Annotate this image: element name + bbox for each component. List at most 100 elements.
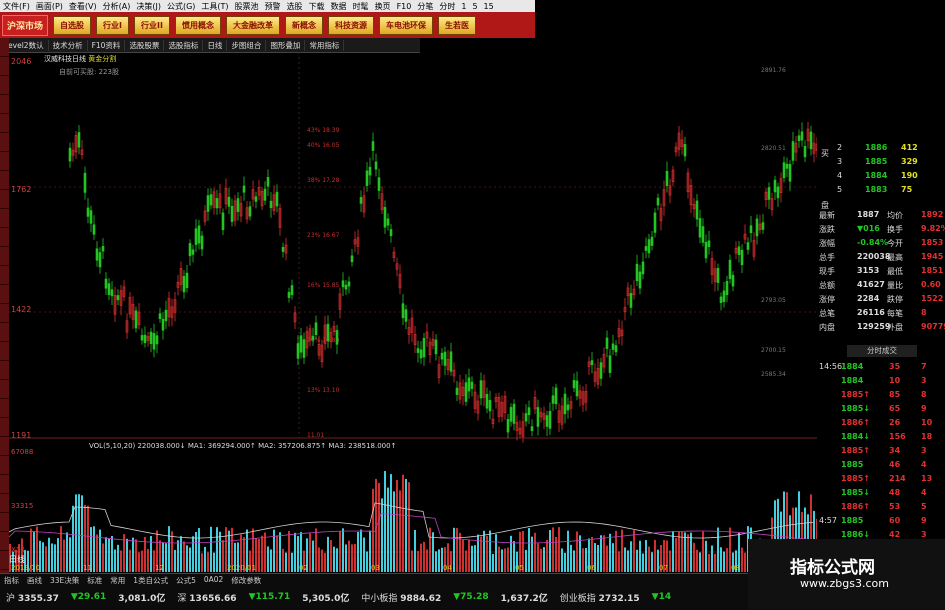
menu-item[interactable]: 1 xyxy=(458,2,469,11)
bottom-tab[interactable]: 33E决策 xyxy=(46,575,83,587)
sidebar-tab[interactable] xyxy=(0,228,9,247)
candle-body xyxy=(143,334,147,344)
toolbar-button[interactable]: 自选股 xyxy=(53,15,92,35)
sidebar-tab[interactable] xyxy=(0,95,9,114)
toolbar-button[interactable]: 行业II xyxy=(134,15,170,35)
sidebar-tab[interactable] xyxy=(0,285,9,304)
menu-item[interactable]: 画面(P) xyxy=(33,1,66,12)
menu-item[interactable]: 时髦 xyxy=(350,1,372,12)
kline-svg: 2046 1762 1422 1191 43% 18.39 40% 16.05 38% 17… xyxy=(8,52,819,572)
toolbar-button[interactable]: 大金融改革 xyxy=(225,15,280,35)
bottom-tab[interactable]: 常用 xyxy=(106,575,129,587)
candle-body xyxy=(629,293,633,308)
sidebar-tab[interactable] xyxy=(0,209,9,228)
sidebar-tab[interactable] xyxy=(0,76,9,95)
candle-body xyxy=(509,407,513,422)
sidebar-tab[interactable] xyxy=(0,133,9,152)
subbar-item[interactable]: 常用指标 xyxy=(305,39,345,51)
toolbar-button[interactable]: 新概念 xyxy=(284,15,323,35)
menu-item[interactable]: 股票池 xyxy=(232,1,262,12)
bottom-tab[interactable]: 1类自公式 xyxy=(129,575,172,587)
sidebar-tab[interactable] xyxy=(0,513,9,532)
toolbar-button[interactable]: 生若医 xyxy=(437,15,476,35)
candle-body xyxy=(281,247,285,252)
subbar-item[interactable]: F10资料 xyxy=(88,39,126,51)
candle-body xyxy=(653,212,657,233)
sidebar-tab[interactable] xyxy=(0,437,9,456)
sidebar-tab[interactable] xyxy=(0,380,9,399)
sidebar-tab[interactable] xyxy=(0,247,9,266)
menu-item[interactable]: 文件(F) xyxy=(0,1,33,12)
menu-item[interactable]: 换页 xyxy=(372,1,394,12)
toolbar-button[interactable]: 科技资源 xyxy=(327,15,374,35)
subbar-item[interactable]: 选股股票 xyxy=(125,39,165,51)
sidebar-tab[interactable] xyxy=(0,323,9,342)
menu-item[interactable]: 查看(V) xyxy=(66,1,100,12)
candle-body xyxy=(242,185,246,193)
subbar-item[interactable]: 日线 xyxy=(203,39,228,51)
candle-body xyxy=(704,241,708,259)
menu-item[interactable]: 决策(J) xyxy=(133,1,164,12)
subbar-item[interactable]: 步图组合 xyxy=(227,39,267,51)
volume-bar xyxy=(66,532,68,572)
menu-item[interactable]: F10 xyxy=(394,2,415,11)
market-button[interactable]: 沪深市场 xyxy=(2,14,49,36)
subbar-item[interactable]: 选股指标 xyxy=(164,39,204,51)
menu-item[interactable]: 公式(G) xyxy=(164,1,198,12)
sidebar-tab[interactable] xyxy=(0,304,9,323)
sidebar-tab[interactable] xyxy=(0,551,9,570)
menu-item[interactable]: 分时 xyxy=(436,1,458,12)
menu-item[interactable]: 下载 xyxy=(306,1,328,12)
sidebar-tab[interactable] xyxy=(0,494,9,513)
bottom-tab[interactable]: 指标 xyxy=(0,575,23,587)
menu-item[interactable]: 选股 xyxy=(284,1,306,12)
volume-bar xyxy=(324,553,326,572)
toolbar-button[interactable]: 车电池环保 xyxy=(378,15,433,35)
subbar-item[interactable]: 图形叠加 xyxy=(266,39,306,51)
bottom-tab[interactable]: 公式5 xyxy=(172,575,200,587)
ticks-title[interactable]: 分时成交 xyxy=(847,345,917,357)
bottom-tab[interactable]: 0A02 xyxy=(200,575,227,587)
sidebar-tab[interactable] xyxy=(0,171,9,190)
quote-side-label: 买 xyxy=(821,149,829,158)
fib-level-label: 13% 13.10 xyxy=(307,387,340,394)
menu-item[interactable]: 数据 xyxy=(328,1,350,12)
volume-bar xyxy=(540,548,542,572)
subbar-item[interactable]: 技术分析 xyxy=(49,39,88,51)
sidebar-tab[interactable] xyxy=(0,342,9,361)
sidebar-tab[interactable] xyxy=(0,114,9,133)
sidebar-tab[interactable] xyxy=(0,266,9,285)
bottom-tab[interactable]: 画线 xyxy=(23,575,46,587)
date-axis-label: 04 xyxy=(443,564,452,572)
menu-item[interactable]: 15 xyxy=(481,2,497,11)
ticker-value: 5,305.0亿 xyxy=(302,593,350,604)
sidebar-tab[interactable] xyxy=(0,475,9,494)
bottom-tab[interactable]: 修改参数 xyxy=(227,575,265,587)
menu-item[interactable]: 分笔 xyxy=(414,1,436,12)
sidebar-tab[interactable] xyxy=(0,532,9,551)
sidebar-tab[interactable] xyxy=(0,152,9,171)
volume-bar xyxy=(54,544,56,572)
sidebar-tab[interactable] xyxy=(0,399,9,418)
volume-bar xyxy=(570,544,572,572)
candle-body xyxy=(545,415,549,427)
toolbar-button[interactable]: 行业I xyxy=(96,15,129,35)
sidebar-tab[interactable] xyxy=(0,418,9,437)
volume-bar xyxy=(138,552,140,572)
candle-body xyxy=(635,263,639,282)
sidebar-tab[interactable] xyxy=(0,361,9,380)
menu-item[interactable]: 工具(T) xyxy=(198,1,231,12)
index-ticker: 沪 3355.37 ▼29.61 3,081.0亿深 13656.66 ▼115.71… xyxy=(0,588,677,606)
menu-item[interactable]: 5 xyxy=(469,2,480,11)
toolbar-button[interactable]: 惯用概念 xyxy=(174,15,221,35)
candle-body xyxy=(785,163,789,169)
menu-item[interactable]: 预警 xyxy=(262,1,284,12)
sidebar-tab[interactable] xyxy=(0,190,9,209)
bottom-tab[interactable]: 标准 xyxy=(83,575,106,587)
sidebar-tab[interactable] xyxy=(0,456,9,475)
volume-bar xyxy=(354,543,356,572)
kline-chart[interactable]: 2046 1762 1422 1191 43% 18.39 40% 16.05 38% 17… xyxy=(8,52,819,574)
menu-item[interactable]: 分析(A) xyxy=(100,1,134,12)
sidebar-tab[interactable] xyxy=(0,38,9,57)
sidebar-tab[interactable] xyxy=(0,57,9,76)
